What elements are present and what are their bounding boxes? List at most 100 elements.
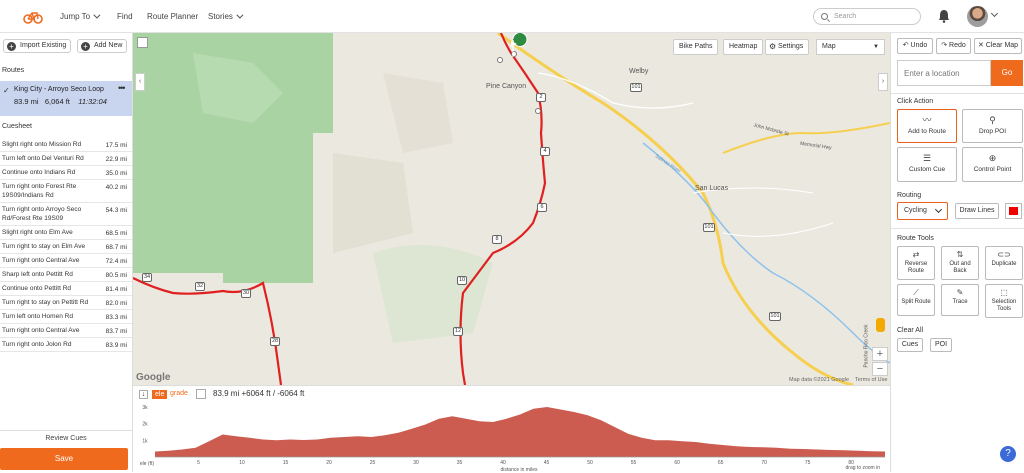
map-type-select[interactable]: Map ▼: [816, 39, 885, 55]
control-point-button[interactable]: ⊕ Control Point: [962, 147, 1023, 182]
clear-map-button[interactable]: ✕ Clear Map: [974, 38, 1022, 54]
draw-lines-button[interactable]: Draw Lines: [955, 203, 999, 219]
check-icon: ✓: [3, 86, 10, 95]
x-tick-label: 20: [326, 460, 332, 466]
out-and-back-button[interactable]: ⇅ Out and Back: [941, 246, 979, 280]
nav-route-planner[interactable]: Route Planner: [147, 12, 198, 21]
bike-paths-toggle[interactable]: Bike Paths: [673, 39, 719, 55]
more-options-icon[interactable]: •••: [118, 83, 126, 93]
cue-row[interactable]: Turn right onto Central Ave 83.7 mi: [0, 324, 132, 338]
grade-tab[interactable]: grade: [170, 390, 188, 397]
elevation-chart[interactable]: 3k 2k 1k ele (ft) 5 10 15 20 25 30 35 40 45 50 55 60 65 7…: [133, 401, 890, 473]
cue-row[interactable]: Turn right onto Jolon Rd 83.9 mi: [0, 338, 132, 352]
routing-select[interactable]: Cycling: [897, 202, 948, 220]
trace-button[interactable]: ✎ Trace: [941, 284, 979, 316]
undo-button[interactable]: ↶ Undo: [897, 38, 933, 54]
collapse-right-toggle[interactable]: ›: [878, 73, 888, 91]
zoom-out-button[interactable]: −: [872, 362, 888, 376]
terms-link[interactable]: Terms of Use: [855, 377, 887, 383]
y-axis-label: ele (ft): [140, 461, 155, 467]
route-shield: 34: [142, 273, 152, 282]
chevron-down-icon[interactable]: [990, 9, 999, 18]
highway-shield: 101: [703, 223, 715, 232]
swap-icon: ⇄: [912, 250, 920, 259]
reverse-route-button[interactable]: ⇄ Reverse Route: [897, 246, 935, 280]
duplicate-button[interactable]: ⊂⊃ Duplicate: [985, 246, 1023, 280]
cue-row[interactable]: Continue onto Indians Rd 35.0 mi: [0, 166, 132, 180]
selection-tools-button[interactable]: ⬚ Selection Tools: [985, 284, 1023, 318]
bike-logo-icon[interactable]: [23, 9, 43, 24]
cue-distance: 17.5 mi: [105, 142, 127, 149]
y-tick-label: 1k: [142, 438, 148, 444]
clear-cues-button[interactable]: Cues: [897, 338, 923, 352]
zoom-in-button[interactable]: +: [872, 347, 888, 361]
user-avatar[interactable]: [967, 6, 988, 27]
fullscreen-icon[interactable]: [137, 37, 148, 48]
drop-poi-button[interactable]: ⚲ Drop POI: [962, 109, 1023, 143]
x-tick-label: 30: [413, 460, 419, 466]
cue-row[interactable]: Slight right onto Elm Ave 68.5 mi: [0, 226, 132, 240]
color-swatch: [1009, 207, 1018, 215]
map-pin-icon: ⚲: [989, 115, 996, 125]
add-to-route-button[interactable]: 〰 Add to Route: [897, 109, 957, 143]
list-icon: ☰: [922, 153, 932, 163]
cue-distance: 83.7 mi: [105, 328, 127, 335]
add-new-button[interactable]: + Add New: [77, 39, 127, 53]
cue-distance: 22.9 mi: [105, 156, 127, 163]
cue-text: Turn right onto Arroyo Seco Rd/Forest Rt…: [2, 206, 82, 222]
x-tick-label: 75: [805, 460, 811, 466]
help-icon[interactable]: ?: [1000, 446, 1016, 462]
route-shield: 6: [537, 203, 547, 212]
elevation-stats: 83.9 mi +6064 ft / -6064 ft: [213, 389, 305, 398]
cue-text: Slight right onto Elm Ave: [2, 229, 73, 236]
custom-cue-button[interactable]: ☰ Custom Cue: [897, 147, 957, 182]
heatmap-toggle[interactable]: Heatmap: [723, 39, 764, 55]
search-input[interactable]: Search: [813, 8, 921, 25]
cue-row[interactable]: Turn right onto Central Ave 72.4 mi: [0, 254, 132, 268]
cue-row[interactable]: Turn left onto Homen Rd 83.3 mi: [0, 310, 132, 324]
map-view[interactable]: ‹ › Bike Paths Heatmap ⚙ Settings Map ▼ + …: [133, 33, 890, 385]
nav-jump-to[interactable]: Jump To: [60, 11, 101, 21]
nav-stories[interactable]: Stories: [208, 11, 244, 21]
divider: [891, 228, 1024, 229]
notification-bell-icon[interactable]: [938, 9, 950, 23]
ele-tab[interactable]: ele: [152, 390, 168, 399]
cue-text: Turn right to stay on Pettitt Rd: [2, 299, 89, 306]
cue-text: Sharp left onto Pettitt Rd: [2, 271, 73, 278]
nav-find[interactable]: Find: [117, 12, 133, 21]
route-shield: 10: [457, 276, 467, 285]
cue-text: Turn right onto Jolon Rd: [2, 341, 72, 348]
save-button[interactable]: Save: [0, 448, 128, 470]
redo-icon: ↷: [941, 42, 948, 49]
import-existing-button[interactable]: + Import Existing: [3, 39, 71, 53]
cue-row[interactable]: Sharp left onto Pettitt Rd 80.5 mi: [0, 268, 132, 282]
clear-poi-button[interactable]: POI: [930, 338, 952, 352]
review-cues-button[interactable]: Review Cues: [0, 430, 132, 442]
route-color-picker[interactable]: [1005, 203, 1022, 219]
clear-all-heading: Clear All: [897, 327, 924, 334]
cue-row[interactable]: Slight right onto Mission Rd 17.5 mi: [0, 138, 132, 152]
route-stats: 83.9 mi 6,064 ft 11:32:04: [14, 97, 107, 106]
location-input[interactable]: Enter a location: [897, 60, 991, 86]
x-tick-label: 55: [631, 460, 637, 466]
cue-row[interactable]: Turn right to stay on Pettitt Rd 82.0 mi: [0, 296, 132, 310]
place-label-welby: Welby: [629, 68, 649, 75]
go-button[interactable]: Go: [991, 60, 1023, 86]
collapse-left-toggle[interactable]: ‹: [135, 73, 145, 91]
cue-row[interactable]: Turn right onto Forest Rte 19S09/Indians…: [0, 180, 132, 203]
up-down-icon: ⇅: [956, 250, 964, 259]
settings-button[interactable]: ⚙ Settings: [765, 39, 810, 55]
gear-icon: ⚙: [769, 42, 777, 51]
split-route-button[interactable]: ⟋ Split Route: [897, 284, 935, 316]
cue-row[interactable]: Turn right onto Arroyo Seco Rd/Forest Rt…: [0, 203, 132, 226]
chevron-down-icon: [236, 11, 244, 19]
collapse-arrow-icon[interactable]: ↓: [139, 390, 148, 399]
route-list-item[interactable]: ✓ King City - Arroyo Seco Loop ••• 83.9 …: [0, 81, 132, 116]
zoom-magnifier-icon[interactable]: [196, 389, 206, 399]
cue-row[interactable]: Continue onto Pettitt Rd 81.4 mi: [0, 282, 132, 296]
link-icon: ⊂⊃: [997, 250, 1011, 259]
cue-row[interactable]: Turn right to stay on Elm Ave 68.7 mi: [0, 240, 132, 254]
cue-row[interactable]: Turn left onto Del Venturi Rd 22.9 mi: [0, 152, 132, 166]
cue-distance: 68.5 mi: [105, 230, 127, 237]
redo-button[interactable]: ↷ Redo: [936, 38, 971, 54]
